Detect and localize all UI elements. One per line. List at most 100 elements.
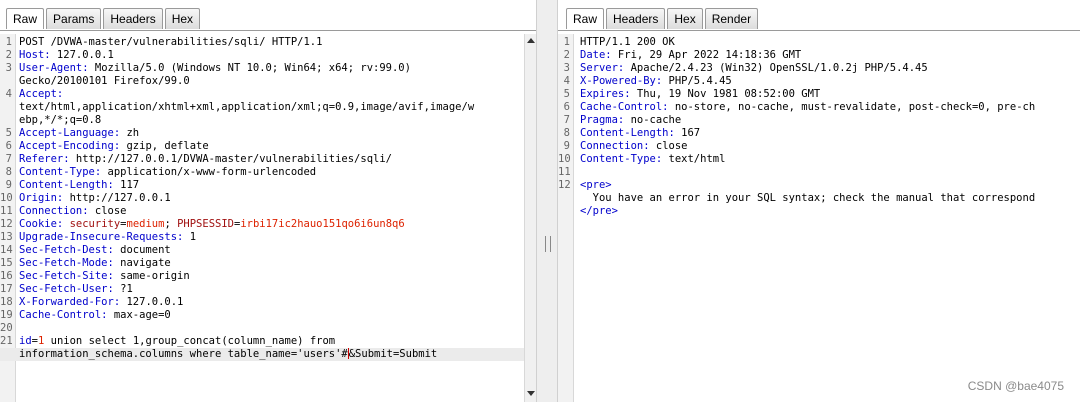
code-line: 7 Pragma: no-cache: [558, 114, 1080, 127]
line-content: Server: Apache/2.4.23 (Win32) OpenSSL/1.…: [580, 62, 928, 75]
response-tab-underline: [558, 30, 1080, 31]
line-content: </pre>: [580, 205, 618, 218]
line-number: 11: [0, 205, 13, 217]
header-name: X-Forwarded-For:: [19, 296, 121, 308]
line-content: Accept-Encoding: gzip, deflate: [19, 140, 209, 153]
code-line: Gecko/20100101 Firefox/99.0: [0, 75, 524, 88]
header-name: Content-Type:: [19, 166, 102, 178]
line-number: 18: [0, 296, 13, 308]
header-name: Pragma:: [580, 114, 625, 126]
header-name: Content-Length:: [580, 127, 675, 139]
header-name: Content-Length:: [19, 179, 114, 191]
scroll-down-arrow-icon[interactable]: [527, 391, 535, 396]
header-name: Host:: [19, 49, 51, 61]
code-line: 16 Sec-Fetch-Site: same-origin: [0, 270, 524, 283]
line-number: 6: [5, 140, 12, 152]
line-number: 10: [0, 192, 13, 204]
scroll-up-arrow-icon[interactable]: [527, 38, 535, 43]
header-value: 1: [183, 231, 197, 243]
header-name: Upgrade-Insecure-Requests:: [19, 231, 184, 243]
splitter-grip-icon[interactable]: [545, 236, 551, 252]
line-number: 3: [563, 62, 570, 74]
code-line: 15 Sec-Fetch-Mode: navigate: [0, 257, 524, 270]
header-value: http://127.0.0.1/DVWA-master/vulnerabili…: [69, 153, 392, 165]
line-content: Accept:: [19, 88, 63, 101]
header-name: Cache-Control:: [580, 101, 669, 113]
header-name: Accept:: [19, 88, 64, 100]
header-name: Cache-Control:: [19, 309, 108, 321]
request-tabs: Raw Params Headers Hex: [6, 8, 202, 30]
header-name: Referer:: [19, 153, 70, 165]
request-tab-hex[interactable]: Hex: [164, 8, 201, 29]
response-tab-headers[interactable]: Headers: [606, 8, 666, 29]
response-tab-raw[interactable]: Raw: [566, 8, 605, 29]
header-value: ?1: [113, 283, 133, 295]
cookie-value: irbi17ic2hauo151qo6i6un8q6: [240, 218, 405, 230]
request-tab-params[interactable]: Params: [46, 8, 102, 29]
line-number: 1: [563, 36, 570, 48]
request-scrollbar[interactable]: [524, 34, 536, 402]
line-content: POST /DVWA-master/vulnerabilities/sqli/ …: [19, 36, 322, 49]
line-content: text/html,application/xhtml+xml,applicat…: [19, 101, 474, 114]
request-editor[interactable]: 1 POST /DVWA-master/vulnerabilities/sqli/…: [0, 34, 524, 402]
header-value: text/html: [662, 153, 726, 165]
header-name: Expires:: [580, 88, 631, 100]
line-content: Date: Fri, 29 Apr 2022 14:18:36 GMT: [580, 49, 801, 62]
line-content: id=1 union select 1,group_concat(column_…: [19, 335, 336, 347]
line-number: 2: [5, 49, 12, 61]
line-content: Pragma: no-cache: [580, 114, 681, 127]
request-tab-headers[interactable]: Headers: [103, 8, 163, 29]
watermark: CSDN @bae4075: [967, 379, 1064, 393]
line-number: 19: [0, 309, 13, 321]
line-text: POST /DVWA-master/vulnerabilities/sqli/ …: [19, 36, 323, 48]
response-tab-hex[interactable]: Hex: [667, 8, 703, 29]
code-line: </pre>: [558, 205, 1080, 218]
response-tab-render[interactable]: Render: [704, 8, 759, 29]
line-content: Sec-Fetch-User: ?1: [19, 283, 133, 296]
line-text: ebp,*/*;q=0.8: [19, 114, 102, 126]
line-content: information_schema.columns where table_n…: [19, 348, 437, 361]
header-value: no-store, no-cache, must-revalidate, pos…: [668, 101, 1036, 113]
code-line: 3 User-Agent: Mozilla/5.0 (Windows NT 10.…: [0, 62, 524, 75]
html-tag: </pre>: [580, 205, 618, 217]
header-value: close: [649, 140, 688, 152]
header-value: 127.0.0.1: [50, 49, 114, 61]
header-value: http://127.0.0.1: [63, 192, 171, 204]
line-number: 12: [558, 179, 571, 191]
line-content: Content-Length: 117: [19, 179, 139, 192]
line-number: 13: [0, 231, 13, 243]
line-content: You have an error in your SQL syntax; ch…: [580, 192, 1036, 205]
code-line: 13 Upgrade-Insecure-Requests: 1: [0, 231, 524, 244]
line-text: Gecko/20100101 Firefox/99.0: [19, 75, 190, 87]
line-content: Content-Type: application/x-www-form-url…: [19, 166, 316, 179]
line-number: 12: [0, 218, 13, 230]
line-content: Cache-Control: no-store, no-cache, must-…: [580, 101, 1035, 114]
line-content: HTTP/1.1 200 OK: [580, 36, 675, 49]
code-line: 4 X-Powered-By: PHP/5.4.45: [558, 75, 1080, 88]
line-content: Referer: http://127.0.0.1/DVWA-master/vu…: [19, 153, 392, 166]
response-editor[interactable]: 1 HTTP/1.1 200 OK 2 Date: Fri, 29 Apr 2022 …: [558, 34, 1080, 402]
header-name: Connection:: [580, 140, 650, 152]
header-value: Apache/2.4.23 (Win32) OpenSSL/1.0.2j PHP…: [624, 62, 928, 74]
param-text: information_schema.columns where table_n…: [19, 348, 348, 360]
line-number: 6: [563, 101, 570, 113]
response-lines: 1 HTTP/1.1 200 OK 2 Date: Fri, 29 Apr 2022 …: [558, 36, 1080, 218]
code-line: 8 Content-Length: 167: [558, 127, 1080, 140]
code-line: 6 Accept-Encoding: gzip, deflate: [0, 140, 524, 153]
cookie-value: medium: [126, 218, 165, 230]
code-line: 11: [558, 166, 1080, 179]
request-tab-raw[interactable]: Raw: [6, 8, 45, 29]
pane-splitter[interactable]: [536, 0, 558, 402]
header-value: zh: [120, 127, 140, 139]
line-number: 8: [5, 166, 12, 178]
code-line: 1 POST /DVWA-master/vulnerabilities/sqli/…: [0, 36, 524, 49]
code-line: 1 HTTP/1.1 200 OK: [558, 36, 1080, 49]
response-pane: Raw Headers Hex Render 1 HTTP/1.1 200 OK 2…: [558, 0, 1080, 402]
line-content: X-Powered-By: PHP/5.4.45: [580, 75, 732, 88]
line-content: Cookie: security=medium; PHPSESSID=irbi1…: [19, 218, 405, 230]
code-line: You have an error in your SQL syntax; ch…: [558, 192, 1080, 205]
line-number: 4: [563, 75, 570, 87]
code-line: 5 Accept-Language: zh: [0, 127, 524, 140]
code-line: 2 Date: Fri, 29 Apr 2022 14:18:36 GMT: [558, 49, 1080, 62]
code-line: 7 Referer: http://127.0.0.1/DVWA-master/v…: [0, 153, 524, 166]
